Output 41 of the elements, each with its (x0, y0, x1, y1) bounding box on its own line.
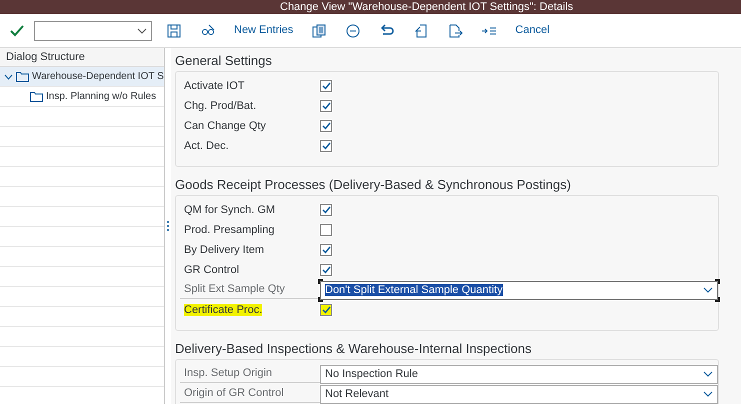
checkbox[interactable] (320, 80, 332, 92)
dropdown-field[interactable]: No Inspection Rule (320, 364, 718, 384)
chevron-down-icon (137, 28, 147, 34)
field-label: Split Ext Sample Qty (184, 283, 285, 296)
field-label: QM for Synch. GM (184, 204, 276, 216)
checkmark-icon[interactable] (10, 24, 24, 36)
field-label: Chg. Prod/Bat. (184, 100, 256, 112)
dropdown-field[interactable]: Not Relevant (320, 384, 718, 404)
field-label: Certificate Proc. (184, 304, 262, 316)
toolbar-button[interactable]: New Entries (230, 22, 298, 39)
checkbox[interactable] (320, 264, 332, 276)
chevron-down-icon[interactable] (703, 371, 713, 377)
checkbox[interactable] (320, 224, 332, 236)
toolbar-button[interactable]: Cancel (511, 22, 554, 39)
field-label: Prod. Presampling (184, 224, 274, 236)
dropdown-field[interactable]: Don't Split External Sample Quantity (320, 280, 718, 300)
expand-chevron-icon[interactable] (4, 74, 13, 80)
panel-header: Dialog Structure (0, 48, 164, 67)
tree-item[interactable]: Insp. Planning w/o Rules (30, 89, 156, 104)
chevron-down-icon[interactable] (703, 391, 713, 397)
checkbox[interactable] (320, 244, 332, 256)
checkbox[interactable] (320, 120, 332, 132)
field-label: Can Change Qty (184, 120, 266, 132)
folder-icon (16, 71, 29, 82)
field-label: Act. Dec. (184, 140, 229, 152)
checkbox[interactable] (320, 204, 332, 216)
field-label: GR Control (184, 264, 240, 276)
field-label: By Delivery Item (184, 244, 264, 256)
field-label: Activate IOT (184, 80, 245, 92)
checkbox[interactable] (320, 140, 332, 152)
section-title: Goods Receipt Processes (Delivery-Based & Synchronous Postings) (175, 176, 572, 194)
field-label: Origin of GR Control (184, 387, 284, 400)
folder-icon (30, 91, 43, 102)
checkbox[interactable] (320, 304, 332, 316)
window-title: Change View "Warehouse-Dependent IOT Settings": Details (280, 1, 574, 13)
checkbox[interactable] (320, 100, 332, 112)
section-title: Delivery-Based Inspections & Warehouse-Internal Inspections (175, 340, 532, 358)
section-title: General Settings (175, 52, 273, 70)
command-field[interactable] (34, 20, 152, 40)
field-label: Insp. Setup Origin (184, 367, 272, 380)
chevron-down-icon[interactable] (703, 287, 713, 293)
